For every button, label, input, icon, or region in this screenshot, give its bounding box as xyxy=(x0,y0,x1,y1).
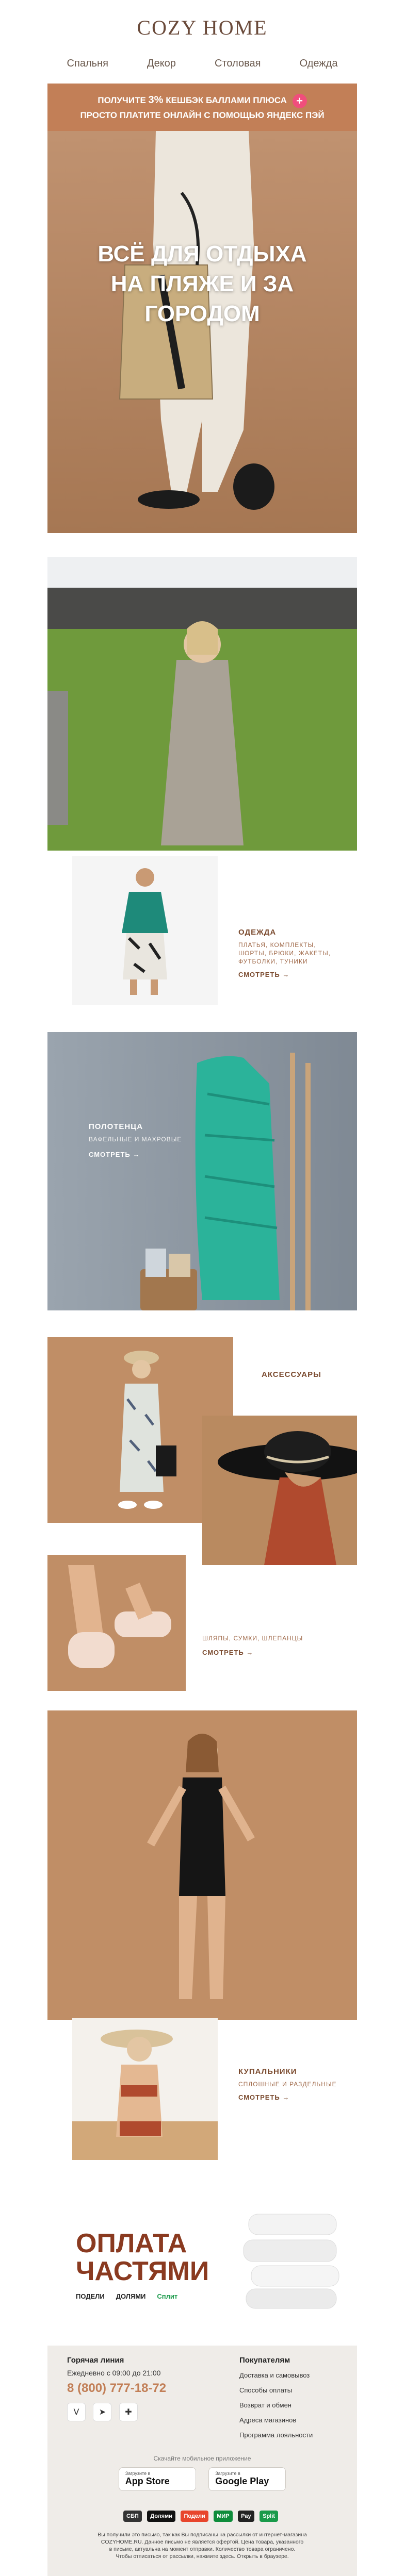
brand-logo[interactable]: COZY HOME xyxy=(47,15,357,40)
swimwear-second-photo[interactable] xyxy=(72,2018,218,2160)
promo-percent: 3% xyxy=(148,94,164,106)
swimwear-subtitle: СПЛОШНЫЕ И РАЗДЕЛЬНЫЕ xyxy=(238,2081,337,2088)
accessories-subtitle: ШЛЯПЫ, СУМКИ, ШЛЕПАНЦЫ xyxy=(202,1635,303,1642)
clothes-main-photo[interactable] xyxy=(47,557,357,851)
towels-subtitle: ВАФЕЛЬНЫЕ И МАХРОВЫЕ xyxy=(89,1136,182,1143)
mir-icon: МИР xyxy=(214,2511,233,2522)
customers-block: Покупателям Доставка и самовывоз Способы… xyxy=(239,2356,313,2442)
towels-more-link[interactable]: СМОТРЕТЬ → xyxy=(89,1151,192,1158)
towels-illustration xyxy=(47,1032,357,1310)
disclaimer: Вы получили это письмо, так как Вы подпи… xyxy=(63,2531,342,2560)
clothes-second-photo[interactable] xyxy=(72,856,218,1005)
swimwear-main-photo[interactable] xyxy=(47,1710,357,2020)
link-delivery[interactable]: Доставка и самовывоз xyxy=(239,2368,313,2383)
towels-photo[interactable]: ПОЛОТЕНЦА ВАФЕЛЬНЫЕ И МАХРОВЫЕ СМОТРЕТЬ … xyxy=(47,1032,357,1310)
nav-item-dining[interactable]: Столовая xyxy=(215,58,261,70)
accessories-title: АКСЕССУАРЫ xyxy=(262,1370,321,1379)
card-stack-icon xyxy=(243,2214,339,2309)
vk-icon[interactable]: ᐯ xyxy=(67,2403,86,2421)
podeli-icon: Подели xyxy=(181,2511,208,2522)
nav-item-bedroom[interactable]: Спальня xyxy=(67,58,108,70)
hero-illustration xyxy=(47,131,357,533)
plus-social-icon[interactable]: ✚ xyxy=(119,2403,138,2421)
link-stores[interactable]: Адреса магазинов xyxy=(239,2413,313,2428)
accessories-illustration-2 xyxy=(202,1416,357,1565)
accessories-more-link[interactable]: СМОТРЕТЬ → xyxy=(202,1649,321,1656)
promo-prefix: ПОЛУЧИТЕ xyxy=(98,95,146,105)
clothes-title: ОДЕЖДА xyxy=(238,928,277,937)
disclaimer-line-4[interactable]: Чтобы отписаться от рассылки, нажмите зд… xyxy=(63,2553,342,2560)
clothes-main-illustration xyxy=(47,557,357,851)
clothes-text: ОДЕЖДА ПЛАТЬЯ, КОМПЛЕКТЫ, ШОРТЫ, БРЮКИ, … xyxy=(238,928,342,978)
customers-title: Покупателям xyxy=(239,2356,290,2365)
disclaimer-line-3: в письме, актуальна на момент отправки. … xyxy=(109,2546,296,2552)
app-caption: Скачайте мобильное приложение xyxy=(153,2455,251,2462)
clothes-subtitle: ПЛАТЬЯ, КОМПЛЕКТЫ, ШОРТЫ, БРЮКИ, ЖАКЕТЫ,… xyxy=(238,941,331,965)
googleplay-big: Google Play xyxy=(215,2476,269,2486)
swimwear-second-illustration xyxy=(72,2018,218,2160)
provider-dolyami: ДОЛЯМИ xyxy=(116,2292,146,2300)
accessories-illustration-3 xyxy=(47,1555,186,1691)
link-payment[interactable]: Способы оплаты xyxy=(239,2383,313,2398)
promo-line2: ПРОСТО ПЛАТИТЕ ОНЛАЙН С ПОМОЩЬЮ ЯНДЕКС П… xyxy=(80,110,325,120)
appstore-big: App Store xyxy=(125,2476,170,2486)
swimwear-more-link[interactable]: СМОТРЕТЬ → xyxy=(238,2093,342,2101)
installments-providers: ПОДЕЛИ ДОЛЯМИ Сплит xyxy=(76,2292,177,2300)
link-returns[interactable]: Возврат и обмен xyxy=(239,2398,313,2413)
clothes-second-illustration xyxy=(72,856,218,1005)
top-nav: Спальня Декор Столовая Одежда xyxy=(47,58,357,70)
installments-title-1: ОПЛАТА xyxy=(76,2229,187,2258)
sbp-icon: СБП xyxy=(123,2511,142,2522)
disclaimer-line-2: COZYHOME.RU. Данное письмо не является о… xyxy=(101,2539,304,2545)
hotline-phone[interactable]: 8 (800) 777-18-72 xyxy=(67,2381,166,2396)
promo-suffix: КЕШБЭК БАЛЛАМИ ПЛЮСА xyxy=(166,95,287,105)
app-store-buttons: Загрузите в App Store Загрузите в Google… xyxy=(47,2467,357,2491)
link-loyalty[interactable]: Программа лояльности xyxy=(239,2428,313,2442)
split-icon: Split xyxy=(260,2511,278,2522)
footer: Горячая линия Ежедневно с 09:00 до 21:00… xyxy=(47,2346,357,2576)
hotline-title: Горячая линия xyxy=(67,2356,124,2365)
swimwear-text: КУПАЛЬНИКИ СПЛОШНЫЕ И РАЗДЕЛЬНЫЕ СМОТРЕТ… xyxy=(238,2067,342,2101)
towels-title: ПОЛОТЕНЦА xyxy=(89,1122,143,1131)
plus-icon: + xyxy=(292,93,307,108)
dolyami-icon: Долями xyxy=(147,2511,175,2522)
hero-image[interactable]: ВСЁ ДЛЯ ОТДЫХА НА ПЛЯЖЕ И ЗА ГОРОДОМ xyxy=(47,131,357,533)
accessories-text: ШЛЯПЫ, СУМКИ, ШЛЕПАНЦЫ СМОТРЕТЬ → xyxy=(202,1634,321,1656)
app-store-button[interactable]: Загрузите в App Store xyxy=(118,2467,196,2491)
accessories-photo-3[interactable] xyxy=(47,1555,186,1691)
hotline-hours: Ежедневно с 09:00 до 21:00 xyxy=(67,2369,161,2377)
installments-title-2: ЧАСТЯМИ xyxy=(76,2256,209,2286)
email-container: COZY HOME Спальня Декор Столовая Одежда … xyxy=(47,0,357,2576)
installments-title: ОПЛАТА ЧАСТЯМИ xyxy=(76,2230,209,2285)
nav-item-clothes[interactable]: Одежда xyxy=(300,58,338,70)
appstore-small: Загрузите в xyxy=(125,2471,151,2476)
social-icons: ᐯ ➤ ✚ xyxy=(67,2403,166,2421)
disclaimer-line-1: Вы получили это письмо, так как Вы подпи… xyxy=(98,2532,307,2538)
google-play-button[interactable]: Загрузите в Google Play xyxy=(208,2467,286,2491)
swimwear-illustration xyxy=(47,1710,357,2020)
telegram-icon[interactable]: ➤ xyxy=(93,2403,112,2421)
cashback-banner[interactable]: ПОЛУЧИТЕ 3% КЕШБЭК БАЛЛАМИ ПЛЮСА + ПРОСТ… xyxy=(47,84,357,131)
accessories-photo-2[interactable] xyxy=(202,1416,357,1565)
installments-banner[interactable]: ОПЛАТА ЧАСТЯМИ ПОДЕЛИ ДОЛЯМИ Сплит xyxy=(47,2199,357,2328)
hotline-block: Горячая линия Ежедневно с 09:00 до 21:00… xyxy=(67,2356,166,2421)
provider-split: Сплит xyxy=(157,2292,178,2300)
customers-links: Доставка и самовывоз Способы оплаты Возв… xyxy=(239,2368,313,2442)
payment-icons: СБП Долями Подели МИР Pay Split xyxy=(78,2511,326,2522)
swimwear-title: КУПАЛЬНИКИ xyxy=(238,2067,297,2076)
hero-title: ВСЁ ДЛЯ ОТДЫХА НА ПЛЯЖЕ И ЗА ГОРОДОМ xyxy=(98,241,307,326)
googleplay-small: Загрузите в xyxy=(215,2471,240,2476)
towels-text: ПОЛОТЕНЦА ВАФЕЛЬНЫЕ И МАХРОВЫЕ СМОТРЕТЬ … xyxy=(89,1122,192,1158)
provider-podeli: ПОДЕЛИ xyxy=(76,2292,105,2300)
clothes-more-link[interactable]: СМОТРЕТЬ → xyxy=(238,971,342,978)
nav-item-decor[interactable]: Декор xyxy=(147,58,176,70)
pay-icon: Pay xyxy=(238,2511,254,2522)
